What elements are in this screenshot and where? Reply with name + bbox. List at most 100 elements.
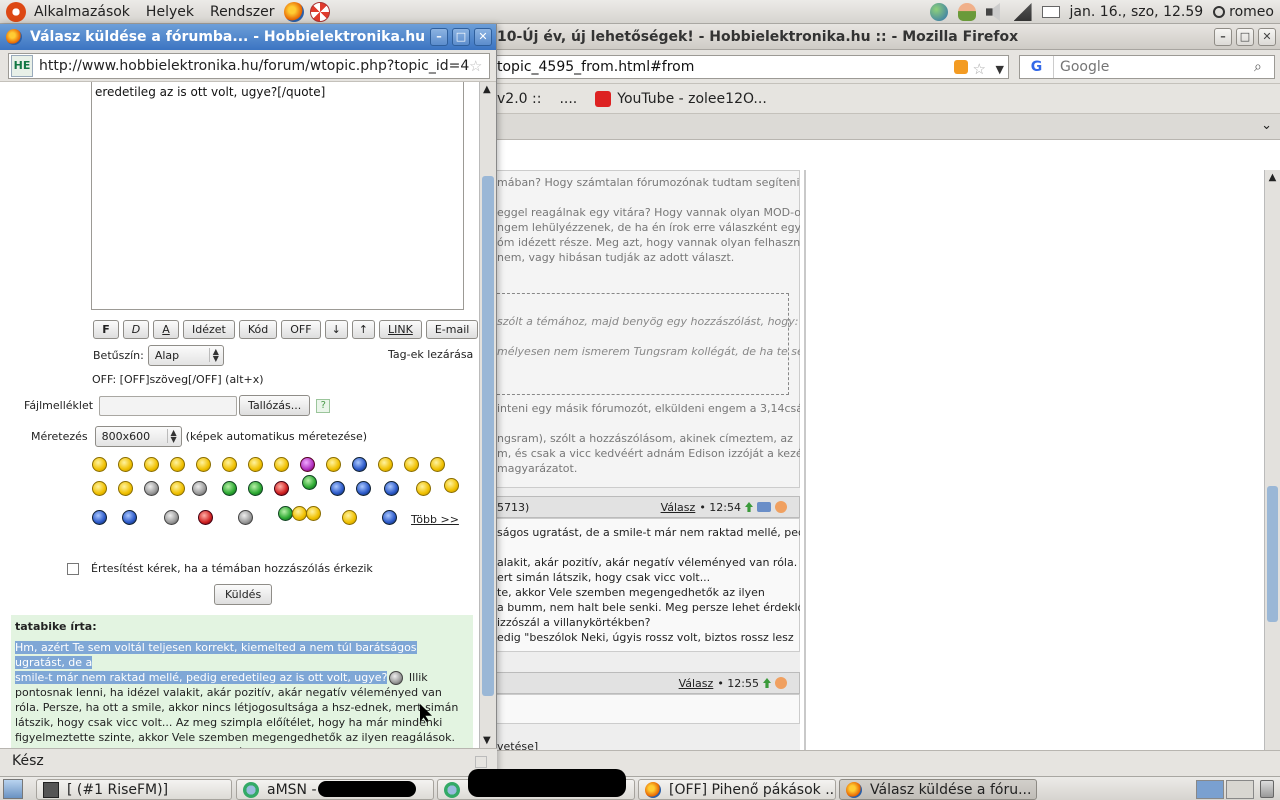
search-icon[interactable]: ⌕ (1254, 59, 1274, 75)
volume-icon[interactable] (985, 3, 1000, 21)
smiley-icon[interactable] (274, 457, 289, 472)
smiley-icon[interactable] (222, 457, 237, 472)
popup-url-bar[interactable]: HE http://www.hobbielektronika.hu/forum/… (8, 53, 490, 79)
firefox-launcher-icon[interactable] (284, 1, 305, 22)
bookmark-star-icon[interactable]: ☆ (469, 57, 489, 75)
tab-list-chevron-icon[interactable]: ⌄ (1261, 118, 1272, 133)
smiley-icon[interactable] (170, 481, 185, 496)
search-engine-icon[interactable]: G (1020, 56, 1054, 78)
smiley-icon[interactable] (92, 510, 107, 525)
network-globe-icon[interactable] (929, 3, 948, 21)
help-launcher-icon[interactable] (310, 1, 331, 22)
smiley-icon[interactable] (356, 481, 371, 496)
popup-maximize-button[interactable]: □ (452, 28, 470, 46)
clock[interactable]: jan. 16., szo, 12.59 (1070, 4, 1204, 20)
smiley-icon[interactable] (326, 457, 341, 472)
menu-applications[interactable]: Alkalmazások (26, 4, 138, 20)
smiley-icon[interactable] (444, 478, 459, 493)
smiley-icon[interactable] (330, 481, 345, 496)
url-dropdown-icon[interactable]: ▼ (996, 59, 1004, 81)
user-status-icon[interactable] (957, 3, 976, 21)
message-textarea[interactable]: eredetileg az is ott volt, ugye?[/quote] (91, 82, 464, 310)
bg-scroll-thumb[interactable] (1267, 486, 1278, 622)
link-button[interactable]: LINK (379, 320, 422, 339)
menu-system[interactable]: Rendszer (202, 4, 282, 20)
workspace-2[interactable] (1226, 780, 1254, 799)
smiley-icon[interactable] (118, 481, 133, 496)
browse-button[interactable]: Tallózás... (239, 395, 311, 416)
smiley-icon[interactable] (144, 457, 159, 472)
smiley-icon[interactable] (248, 457, 263, 472)
attachment-help-icon[interactable]: ? (316, 398, 331, 413)
smiley-icon[interactable] (292, 506, 307, 521)
quote-button[interactable]: Idézet (183, 320, 235, 339)
smiley-icon[interactable] (118, 457, 133, 472)
attachment-file-field[interactable] (99, 395, 238, 416)
smiley-icon[interactable] (306, 506, 321, 521)
rss-feed-icon[interactable] (954, 60, 968, 74)
hand-icon[interactable] (775, 501, 787, 513)
bookmark-item-dots[interactable]: .... (559, 91, 577, 107)
smiley-icon[interactable] (352, 457, 367, 472)
subscript-button[interactable]: ↓ (324, 320, 348, 339)
popup-vertical-scrollbar[interactable]: ▲ ▼ (479, 82, 496, 748)
email-button[interactable]: E-mail (425, 320, 479, 339)
popup-minimize-button[interactable]: – (430, 28, 448, 46)
task-risefm[interactable]: [ (#1 RiseFM)] (36, 779, 232, 800)
smiley-icon[interactable] (92, 481, 107, 496)
superscript-button[interactable]: ↑ (351, 320, 375, 339)
mail-icon[interactable] (1041, 6, 1060, 18)
more-smileys-link[interactable]: Több >> (411, 513, 459, 526)
notify-checkbox[interactable] (67, 562, 79, 575)
bookmark-item-v2[interactable]: v2.0 :: (497, 91, 541, 107)
smiley-icon[interactable] (144, 481, 159, 496)
reply-link[interactable]: Válasz (679, 677, 714, 690)
trash-icon[interactable] (1260, 780, 1274, 798)
smiley-icon[interactable] (196, 457, 211, 472)
ubuntu-logo-icon[interactable] (6, 1, 26, 22)
smiley-icon[interactable] (274, 481, 289, 496)
smiley-icon[interactable] (300, 457, 315, 472)
smiley-icon[interactable] (248, 481, 263, 496)
show-desktop-icon[interactable] (3, 778, 23, 799)
popup-scroll-thumb[interactable] (482, 176, 494, 696)
smiley-icon[interactable] (278, 506, 293, 521)
task-off-topic[interactable]: [OFF] Pihenő pákások ... (638, 779, 836, 800)
close-tags-link[interactable]: Tag-ek lezárása (388, 348, 473, 361)
code-button[interactable]: Kód (238, 320, 278, 339)
menu-places[interactable]: Helyek (138, 4, 202, 20)
resize-select[interactable]: 800x600 ▲ ▼ (94, 426, 182, 447)
edit-pen-icon[interactable] (757, 502, 771, 512)
search-input[interactable] (1054, 59, 1254, 75)
send-button[interactable]: Küldés (214, 584, 273, 605)
smiley-icon[interactable] (238, 510, 253, 525)
popup-close-button[interactable]: ✕ (474, 28, 492, 46)
bookmark-star-icon[interactable]: ☆ (973, 58, 986, 80)
scroll-up-icon[interactable]: ▲ (1267, 172, 1278, 183)
smiley-icon[interactable] (164, 510, 179, 525)
bg-close-button[interactable]: ✕ (1258, 28, 1276, 46)
off-button[interactable]: OFF (281, 320, 321, 339)
scroll-down-icon[interactable]: ▼ (483, 735, 491, 746)
popup-titlebar[interactable]: Válasz küldése a fórumba... - Hobbielekt… (0, 24, 496, 50)
workspace-1[interactable] (1196, 780, 1224, 799)
smiley-icon[interactable] (222, 481, 237, 496)
smiley-icon[interactable] (382, 510, 397, 525)
bg-maximize-button[interactable]: □ (1236, 28, 1254, 46)
bg-window-titlebar[interactable]: 10-Új év, új lehetőségek! - Hobbielektro… (497, 24, 1280, 50)
font-color-select[interactable]: Alap ▲ ▼ (147, 345, 224, 366)
bookmark-item-youtube[interactable]: YouTube - zolee12O... (595, 90, 767, 107)
smiley-icon[interactable] (198, 510, 213, 525)
smiley-icon[interactable] (192, 481, 207, 496)
arrow-up-icon[interactable] (745, 502, 753, 512)
bg-minimize-button[interactable]: – (1214, 28, 1232, 46)
smiley-icon[interactable] (404, 457, 419, 472)
smiley-icon[interactable] (342, 510, 357, 525)
smiley-icon[interactable] (92, 457, 107, 472)
bg-url-bar[interactable]: topic_4595_from.html#from ☆ ▼ (497, 55, 1009, 79)
task-reply-popup[interactable]: Válasz küldése a fóru... (839, 779, 1037, 800)
italic-button[interactable]: D (123, 320, 149, 339)
underline-button[interactable]: A (153, 320, 179, 339)
bg-vertical-scrollbar[interactable]: ▲ ▼ (1264, 170, 1280, 776)
smiley-icon[interactable] (122, 510, 137, 525)
